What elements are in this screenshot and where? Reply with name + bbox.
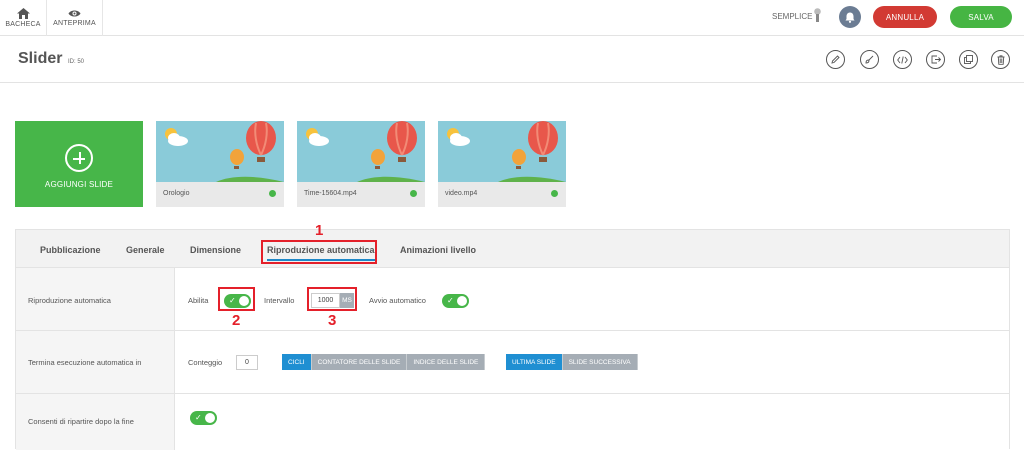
autostart-toggle[interactable]: ✓	[442, 294, 469, 308]
annotation-box-2	[218, 287, 255, 311]
slide-thumbnail-2[interactable]: Time-15604.mp4	[297, 121, 425, 207]
slide-preview-image	[156, 121, 284, 182]
save-button[interactable]: SALVA	[950, 6, 1012, 28]
slide-thumbnail-1[interactable]: Orologio	[156, 121, 284, 207]
seg-cicli[interactable]: CICLI	[282, 354, 312, 370]
duplicate-icon	[964, 55, 973, 64]
stop-row-label: Termina esecuzione automatica in	[28, 358, 142, 367]
seg-indice-slide[interactable]: INDICE DELLE SLIDE	[407, 354, 486, 370]
slide-thumbnail-3[interactable]: video.mp4	[438, 121, 566, 207]
export-icon	[931, 55, 941, 64]
anteprima-label: ANTEPRIMA	[53, 20, 96, 27]
page-title: Slider	[18, 50, 63, 67]
check-icon: ✓	[447, 296, 454, 305]
count-input[interactable]: 0	[236, 355, 258, 370]
export-button[interactable]	[926, 50, 945, 69]
annotation-number-2: 2	[232, 312, 241, 329]
cancel-button[interactable]: ANNULLA	[873, 6, 937, 28]
count-label: Conteggio	[188, 358, 223, 367]
tab-generale[interactable]: Generale	[126, 245, 165, 255]
stop-mode-segmented: CICLI CONTATORE DELLE SLIDE INDICE DELLE…	[282, 354, 486, 370]
enable-label: Abilita	[188, 296, 209, 305]
slide-preview-image	[438, 121, 566, 182]
bacheca-button[interactable]: BACHECA	[0, 0, 47, 36]
mode-label: SEMPLICE	[772, 12, 813, 21]
trash-icon	[997, 54, 1004, 65]
lightbulb-toggle-icon[interactable]	[814, 8, 821, 22]
interval-label: Intervallo	[264, 296, 295, 305]
stop-target-segmented: ULTIMA SLIDE SLIDE SUCCESSIVA	[506, 354, 638, 370]
brush-button[interactable]	[860, 50, 879, 69]
slider-id: ID: 50	[68, 59, 85, 65]
notifications-button[interactable]	[839, 6, 861, 28]
restart-toggle[interactable]: ✓	[190, 411, 217, 425]
annotation-number-3: 3	[328, 312, 337, 329]
autoplay-row-label: Riproduzione automatica	[28, 296, 111, 305]
delete-button[interactable]	[991, 50, 1010, 69]
tab-pubblicazione[interactable]: Pubblicazione	[40, 245, 101, 255]
code-button[interactable]	[893, 50, 912, 69]
stop-autoplay-row: Termina esecuzione automatica in Contegg…	[16, 331, 1009, 394]
settings-panel: Pubblicazione Generale Dimensione Riprod…	[15, 229, 1010, 450]
slide-1-label: Orologio	[163, 190, 190, 197]
anteprima-button[interactable]: ANTEPRIMA	[47, 0, 103, 36]
tab-animazioni-livello[interactable]: Animazioni livello	[400, 245, 476, 255]
seg-slide-successiva[interactable]: SLIDE SUCCESSIVA	[562, 354, 638, 370]
brush-icon	[865, 55, 874, 64]
check-ok-icon	[410, 190, 417, 197]
edit-button[interactable]	[826, 50, 845, 69]
pencil-icon	[831, 55, 840, 64]
top-toolbar: BACHECA ANTEPRIMA SEMPLICE ANNULLA SALVA	[0, 0, 1024, 36]
autoplay-row: Riproduzione automatica Abilita ✓ Interv…	[16, 268, 1009, 331]
stop-row-label-cell: Termina esecuzione automatica in	[16, 331, 175, 393]
slide-2-label: Time-15604.mp4	[304, 190, 357, 197]
restart-row: Consenti di ripartire dopo la fine ✓	[16, 394, 1009, 450]
tab-dimensione[interactable]: Dimensione	[190, 245, 241, 255]
add-slide-button[interactable]: AGGIUNGI SLIDE	[15, 121, 143, 207]
seg-ultima-slide[interactable]: ULTIMA SLIDE	[506, 354, 563, 370]
restart-row-label: Consenti di ripartire dopo la fine	[28, 417, 134, 426]
annotation-number-1: 1	[315, 222, 324, 239]
slide-preview-image	[297, 121, 425, 182]
slide-3-label: video.mp4	[445, 190, 478, 197]
settings-tabs: Pubblicazione Generale Dimensione Riprod…	[16, 230, 1009, 268]
toggle-knob	[457, 296, 467, 306]
restart-row-label-cell: Consenti di ripartire dopo la fine	[16, 394, 175, 450]
home-icon	[16, 8, 30, 19]
eye-icon	[68, 10, 81, 17]
check-icon: ✓	[195, 413, 202, 422]
annotation-box-3	[307, 287, 357, 311]
plus-circle-icon	[65, 143, 93, 172]
annotation-box-1	[261, 240, 377, 264]
seg-contatore-slide[interactable]: CONTATORE DELLE SLIDE	[311, 354, 408, 370]
duplicate-button[interactable]	[959, 50, 978, 69]
code-icon	[897, 55, 908, 64]
add-slide-label: AGGIUNGI SLIDE	[44, 179, 114, 189]
check-ok-icon	[269, 190, 276, 197]
bell-icon	[845, 12, 855, 23]
title-bar: Slider ID: 50	[0, 37, 1024, 83]
bacheca-label: BACHECA	[5, 21, 41, 28]
toggle-knob	[205, 413, 215, 423]
autostart-label: Avvio automatico	[369, 296, 426, 305]
check-ok-icon	[551, 190, 558, 197]
autoplay-row-label-cell: Riproduzione automatica	[16, 268, 175, 330]
